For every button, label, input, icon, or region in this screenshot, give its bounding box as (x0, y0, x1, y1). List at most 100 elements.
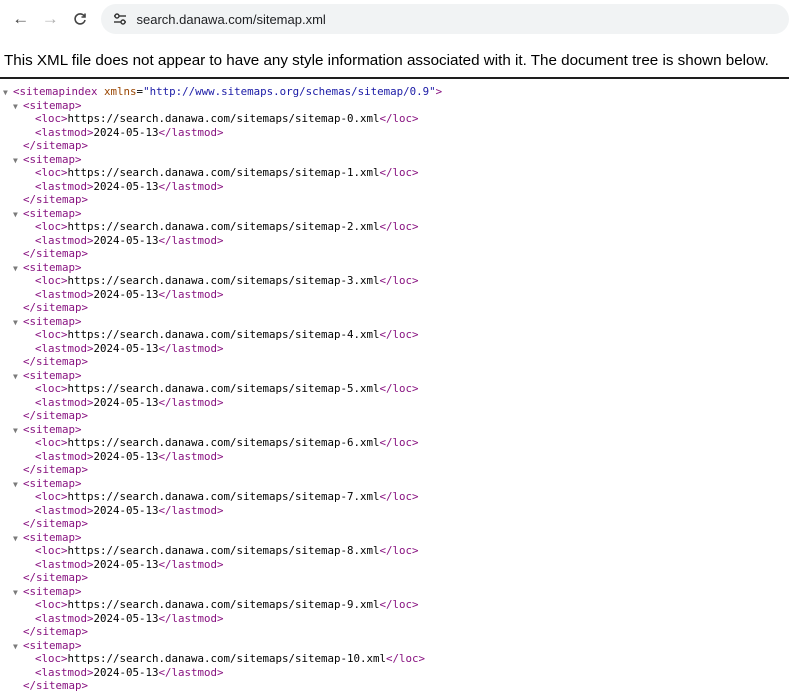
collapse-toggle-icon[interactable]: ▼ (13, 424, 23, 438)
collapse-toggle-icon[interactable]: ▼ (13, 478, 23, 492)
xml-tag: </lastmod> (159, 558, 224, 571)
xml-tag: </loc> (380, 598, 419, 611)
xml-tag: </lastmod> (159, 666, 224, 679)
xml-tag: <lastmod> (35, 126, 94, 139)
loc-line: <loc>https://search.danawa.com/sitemaps/… (0, 166, 789, 180)
sitemap-open-line: ▼<sitemap> (0, 315, 789, 329)
loc-line: <loc>https://search.danawa.com/sitemaps/… (0, 220, 789, 234)
collapse-toggle-icon[interactable]: ▼ (13, 154, 23, 168)
xml-tag: <sitemap> (23, 423, 82, 436)
xml-tag: <lastmod> (35, 342, 94, 355)
xml-tag: <lastmod> (35, 450, 94, 463)
lastmod-value: 2024-05-13 (94, 558, 159, 571)
lastmod-line: <lastmod>2024-05-13</lastmod> (0, 342, 789, 356)
xml-tag: </loc> (380, 274, 419, 287)
url-text[interactable]: search.danawa.com/sitemap.xml (137, 12, 326, 27)
arrow-left-icon[interactable]: ← (6, 4, 36, 34)
xml-tag: </sitemap> (23, 247, 88, 260)
lastmod-value: 2024-05-13 (94, 396, 159, 409)
loc-line: <loc>https://search.danawa.com/sitemaps/… (0, 436, 789, 450)
lastmod-value: 2024-05-13 (94, 612, 159, 625)
xml-tag: > (436, 85, 443, 98)
xml-tag: <lastmod> (35, 558, 94, 571)
xml-tag: </lastmod> (159, 342, 224, 355)
collapse-toggle-icon[interactable]: ▼ (13, 532, 23, 546)
collapse-toggle-icon[interactable]: ▼ (13, 262, 23, 276)
address-bar[interactable]: search.danawa.com/sitemap.xml (101, 4, 789, 34)
xml-tag: </lastmod> (159, 288, 224, 301)
xml-tag: <loc> (35, 112, 68, 125)
loc-value: https://search.danawa.com/sitemaps/sitem… (68, 166, 380, 179)
lastmod-line: <lastmod>2024-05-13</lastmod> (0, 666, 789, 680)
loc-line: <loc>https://search.danawa.com/sitemaps/… (0, 490, 789, 504)
xml-tag: </sitemap> (23, 625, 88, 638)
loc-line: <loc>https://search.danawa.com/sitemaps/… (0, 112, 789, 126)
xml-tag: </sitemap> (23, 517, 88, 530)
xml-tag: </lastmod> (159, 450, 224, 463)
xml-tag: </loc> (380, 166, 419, 179)
xml-tag: </lastmod> (159, 504, 224, 517)
sitemap-open-line: ▼<sitemap> (0, 153, 789, 167)
xml-tag: </sitemap> (23, 409, 88, 422)
sitemap-open-line: ▼<sitemap> (0, 531, 789, 545)
collapse-toggle-icon[interactable]: ▼ (13, 640, 23, 654)
loc-value: https://search.danawa.com/sitemaps/sitem… (68, 328, 380, 341)
xml-document-tree: ▼<sitemapindex xmlns="http://www.sitemap… (0, 79, 789, 693)
collapse-toggle-icon[interactable]: ▼ (13, 370, 23, 384)
loc-value: https://search.danawa.com/sitemaps/sitem… (68, 274, 380, 287)
reload-icon[interactable] (65, 4, 95, 34)
loc-value: https://search.danawa.com/sitemaps/sitem… (68, 112, 380, 125)
loc-value: https://search.danawa.com/sitemaps/sitem… (68, 544, 380, 557)
xml-tag: </sitemap> (23, 139, 88, 152)
xml-tag: <loc> (35, 220, 68, 233)
loc-line: <loc>https://search.danawa.com/sitemaps/… (0, 274, 789, 288)
xml-tag: </lastmod> (159, 234, 224, 247)
xml-tag: </loc> (380, 436, 419, 449)
loc-value: https://search.danawa.com/sitemaps/sitem… (68, 382, 380, 395)
loc-line: <loc>https://search.danawa.com/sitemaps/… (0, 382, 789, 396)
sitemap-close-line: </sitemap> (0, 301, 789, 315)
browser-toolbar: ← → search.danawa.com/sitemap.xml (0, 0, 789, 38)
loc-value: https://search.danawa.com/sitemaps/sitem… (68, 436, 380, 449)
xml-tag: <sitemap> (23, 99, 82, 112)
lastmod-line: <lastmod>2024-05-13</lastmod> (0, 288, 789, 302)
lastmod-value: 2024-05-13 (94, 342, 159, 355)
lastmod-line: <lastmod>2024-05-13</lastmod> (0, 234, 789, 248)
reload-glyph (73, 12, 87, 26)
sitemap-open-line: ▼<sitemap> (0, 261, 789, 275)
xml-tag: </sitemap> (23, 301, 88, 314)
loc-line: <loc>https://search.danawa.com/sitemaps/… (0, 328, 789, 342)
xml-tag: <loc> (35, 544, 68, 557)
loc-value: https://search.danawa.com/sitemaps/sitem… (68, 220, 380, 233)
lastmod-line: <lastmod>2024-05-13</lastmod> (0, 450, 789, 464)
tune-glyph (113, 13, 127, 25)
sitemap-close-line: </sitemap> (0, 139, 789, 153)
arrow-right-icon[interactable]: → (36, 4, 66, 34)
xml-tag: </lastmod> (159, 396, 224, 409)
xml-tag: <sitemap> (23, 639, 82, 652)
xml-tag: <loc> (35, 166, 68, 179)
xml-tag: <sitemap> (23, 585, 82, 598)
sitemap-open-line: ▼<sitemap> (0, 477, 789, 491)
lastmod-line: <lastmod>2024-05-13</lastmod> (0, 558, 789, 572)
tune-icon[interactable] (111, 10, 129, 28)
collapse-toggle-icon[interactable]: ▼ (3, 86, 13, 100)
xml-tag: <lastmod> (35, 504, 94, 517)
collapse-toggle-icon[interactable]: ▼ (13, 316, 23, 330)
collapse-toggle-icon[interactable]: ▼ (13, 100, 23, 114)
loc-value: https://search.danawa.com/sitemaps/sitem… (68, 598, 380, 611)
xml-tag: <lastmod> (35, 612, 94, 625)
sitemap-close-line: </sitemap> (0, 355, 789, 369)
xml-tag: <sitemap> (23, 369, 82, 382)
xml-tag: <loc> (35, 436, 68, 449)
xml-tag: <loc> (35, 652, 68, 665)
xml-tag: <sitemap> (23, 531, 82, 544)
lastmod-value: 2024-05-13 (94, 666, 159, 679)
xml-tag: <loc> (35, 490, 68, 503)
xml-attr-name: xmlns (104, 85, 137, 98)
sitemap-close-line: </sitemap> (0, 571, 789, 585)
sitemap-open-line: ▼<sitemap> (0, 423, 789, 437)
xml-tag: </sitemap> (23, 571, 88, 584)
collapse-toggle-icon[interactable]: ▼ (13, 208, 23, 222)
collapse-toggle-icon[interactable]: ▼ (13, 586, 23, 600)
